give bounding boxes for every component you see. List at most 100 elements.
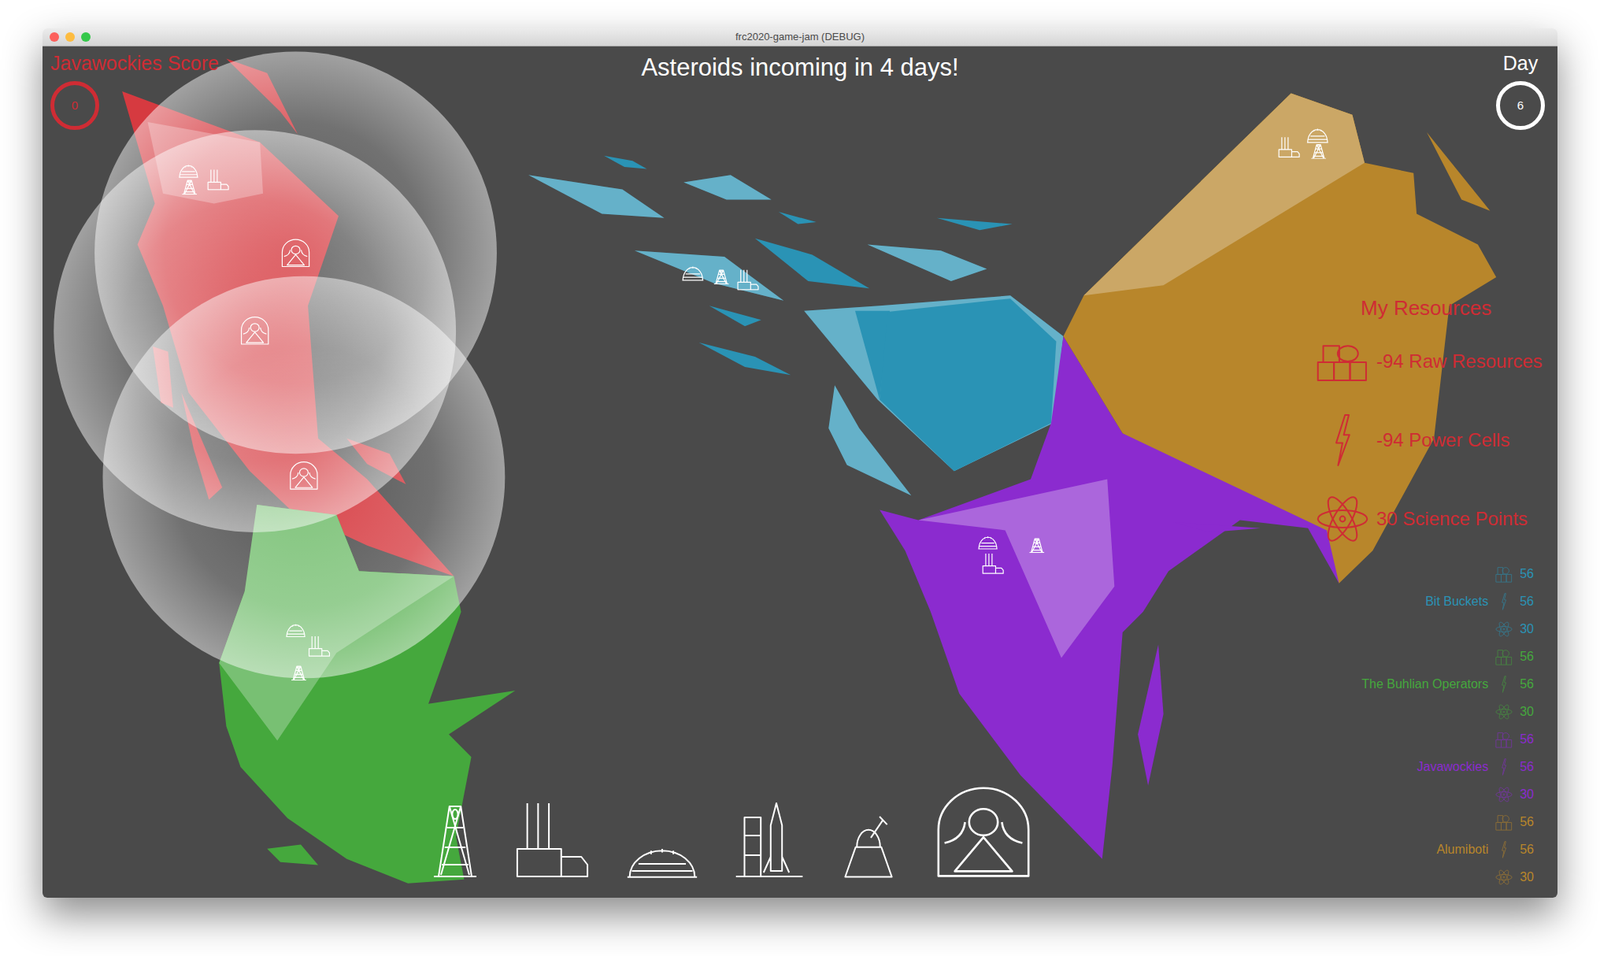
player-icon-cell bbox=[1492, 559, 1515, 588]
territory[interactable] bbox=[603, 155, 647, 170]
territory[interactable] bbox=[1137, 644, 1163, 786]
territory[interactable] bbox=[1426, 132, 1490, 212]
resource-row: -94 Power Cells bbox=[1314, 400, 1556, 480]
resources-title: My Resources bbox=[1314, 295, 1556, 323]
score-ring: 0 bbox=[50, 81, 100, 130]
build-dome-button[interactable] bbox=[625, 834, 700, 879]
territory[interactable] bbox=[755, 238, 870, 289]
player-icon-cell bbox=[1492, 614, 1515, 643]
territory-highlight bbox=[918, 479, 1115, 659]
day-panel: Day6 bbox=[1492, 51, 1549, 130]
building-pin-icon bbox=[714, 270, 730, 285]
player-name-cell: Bit Buckets bbox=[1361, 587, 1489, 615]
territory[interactable] bbox=[867, 244, 988, 282]
territory[interactable] bbox=[1174, 522, 1261, 533]
world-map[interactable] bbox=[42, 46, 1558, 898]
observatory-icon bbox=[839, 812, 898, 879]
player-name: Javawockies bbox=[1417, 757, 1489, 777]
player-name: The Buhlian Operators bbox=[1361, 674, 1489, 694]
player-value: 56 bbox=[1519, 564, 1534, 584]
player-name-cell bbox=[1361, 862, 1489, 891]
shield-icon bbox=[932, 784, 1035, 879]
resource-row: 30 Science Points bbox=[1314, 479, 1556, 559]
build-observatory-button[interactable] bbox=[839, 812, 898, 879]
player-value-cell: 56 bbox=[1519, 835, 1534, 863]
player-icon-cell bbox=[1492, 835, 1515, 863]
build-shield-button[interactable] bbox=[932, 784, 1035, 879]
raw-icon bbox=[1495, 730, 1513, 749]
raw-icon bbox=[1495, 648, 1513, 666]
player-icon-cell bbox=[1492, 780, 1515, 808]
player-value: 56 bbox=[1519, 592, 1534, 612]
science-icon bbox=[1495, 868, 1513, 886]
player-value-cell: 30 bbox=[1519, 614, 1534, 643]
building-pin-icon bbox=[1029, 538, 1045, 553]
science-icon bbox=[1315, 492, 1370, 546]
score-value: 0 bbox=[71, 98, 78, 113]
player-value: 30 bbox=[1519, 867, 1534, 887]
shield-range bbox=[102, 276, 505, 679]
zoom-button[interactable] bbox=[81, 32, 91, 42]
build-mine-button[interactable] bbox=[431, 800, 479, 879]
player-value: 56 bbox=[1519, 729, 1534, 749]
power-icon bbox=[1499, 758, 1509, 776]
player-value-cell: 56 bbox=[1519, 587, 1534, 615]
player-value: 56 bbox=[1519, 647, 1534, 667]
power-icon bbox=[1499, 592, 1509, 611]
resource-icon-box bbox=[1314, 492, 1371, 546]
my-resources: My Resources -94 Raw Resources -94 Power C… bbox=[1314, 295, 1556, 559]
player-icon-cell bbox=[1492, 697, 1515, 726]
close-button[interactable] bbox=[49, 32, 60, 42]
territory[interactable] bbox=[528, 174, 664, 218]
territory[interactable] bbox=[918, 479, 1115, 659]
build-toolbar bbox=[431, 784, 1035, 879]
player-value: 56 bbox=[1519, 812, 1534, 832]
player-name-cell: Alumiboti bbox=[1361, 835, 1489, 863]
raw-icon bbox=[1495, 813, 1513, 831]
headline: Asteroids incoming in 4 days! bbox=[42, 52, 1558, 82]
raw-icon bbox=[1495, 565, 1513, 583]
player-name-cell bbox=[1361, 642, 1489, 671]
territory[interactable] bbox=[683, 174, 771, 200]
territory[interactable] bbox=[778, 211, 817, 225]
player-icon-cell bbox=[1492, 642, 1515, 671]
territory[interactable] bbox=[634, 250, 784, 301]
player-value-cell: 30 bbox=[1519, 862, 1534, 891]
player-value-cell: 56 bbox=[1519, 670, 1534, 698]
territory[interactable] bbox=[1083, 93, 1365, 297]
territory[interactable] bbox=[709, 305, 762, 326]
player-value-cell: 30 bbox=[1519, 697, 1534, 726]
player-value: 56 bbox=[1519, 674, 1534, 694]
player-name-cell bbox=[1361, 780, 1489, 808]
building-pin-icon bbox=[737, 270, 759, 290]
player-icon-cell bbox=[1492, 862, 1515, 891]
player-icon-cell bbox=[1492, 587, 1515, 615]
territory[interactable] bbox=[699, 342, 792, 375]
player-value-cell: 56 bbox=[1519, 807, 1534, 836]
resource-icon-box bbox=[1314, 413, 1371, 467]
resource-text: -94 Raw Resources bbox=[1376, 347, 1543, 376]
dome-icon bbox=[625, 834, 700, 879]
game-canvas[interactable]: Javawockies Score 0 Asteroids incoming in … bbox=[42, 46, 1558, 898]
build-plant-button[interactable] bbox=[513, 800, 591, 879]
building-pin-icon bbox=[1278, 137, 1300, 157]
score-label: Javawockies Score bbox=[50, 51, 219, 75]
day-value: 6 bbox=[1517, 98, 1524, 113]
resource-text: -94 Power Cells bbox=[1376, 425, 1510, 455]
player-name-cell: Javawockies bbox=[1361, 752, 1489, 781]
territory[interactable] bbox=[879, 298, 1056, 471]
player-name: Alumiboti bbox=[1436, 840, 1489, 860]
build-launcher-button[interactable] bbox=[733, 800, 805, 879]
player-value-cell: 56 bbox=[1519, 559, 1534, 588]
launcher-icon bbox=[733, 800, 805, 879]
minimize-button[interactable] bbox=[65, 32, 75, 42]
mine-icon bbox=[431, 800, 479, 879]
player-name-cell bbox=[1361, 697, 1489, 726]
player-name-cell bbox=[1361, 807, 1489, 836]
player-value: 56 bbox=[1519, 840, 1534, 860]
score-panel: Javawockies Score 0 bbox=[50, 51, 219, 130]
plant-icon bbox=[513, 800, 591, 879]
territory[interactable] bbox=[937, 218, 1013, 231]
territory[interactable] bbox=[803, 295, 1063, 471]
territory[interactable] bbox=[266, 844, 319, 866]
